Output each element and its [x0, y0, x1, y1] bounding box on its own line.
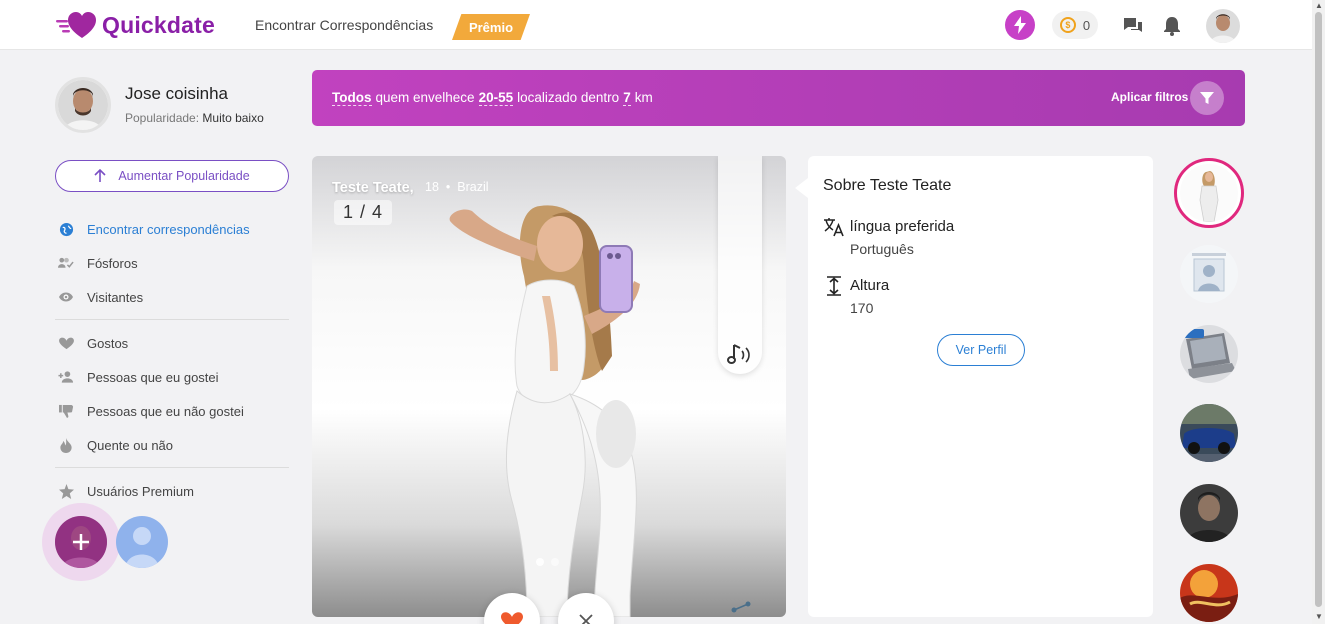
credits-count: 0 — [1082, 17, 1091, 33]
filter-distance[interactable]: 7 — [623, 90, 631, 106]
funnel-icon — [1200, 92, 1214, 104]
sidebar-menu: Encontrar correspondências Fósforos Visi… — [55, 212, 289, 508]
fire-icon — [58, 437, 74, 453]
profile-avatar[interactable] — [55, 77, 111, 133]
logo[interactable]: Quickdate — [56, 10, 215, 40]
translate-icon — [824, 218, 844, 237]
sidebar-item-people-i-liked[interactable]: Pessoas que eu gostei — [55, 360, 289, 394]
sidebar-item-label: Pessoas que eu não gostei — [87, 403, 244, 419]
match-thumbnail[interactable] — [1180, 404, 1238, 462]
scroll-down-arrow-icon[interactable]: ▼ — [1315, 612, 1323, 621]
filter-button[interactable] — [1190, 81, 1224, 115]
nav-find-matches[interactable]: Encontrar Correspondências — [255, 17, 433, 33]
globe-icon — [58, 221, 74, 237]
about-card-pointer — [795, 178, 808, 198]
sidebar-item-visitors[interactable]: Visitantes — [55, 280, 289, 314]
audio-panel — [718, 156, 762, 374]
match-thumbnail-active[interactable] — [1174, 158, 1244, 228]
filter-text-age: quem envelhece — [375, 90, 475, 105]
sidebar-item-label: Gostos — [87, 335, 129, 351]
logo-text: Quickdate — [102, 11, 216, 38]
sidebar-item-find-matches[interactable]: Encontrar correspondências — [55, 212, 289, 246]
pagination-dot[interactable] — [536, 558, 544, 566]
sidebar-item-label: Visitantes — [87, 289, 144, 305]
heart-icon — [501, 612, 523, 624]
lightning-icon — [1014, 16, 1026, 34]
eye-icon — [58, 289, 74, 305]
photo-counter: 1 / 4 — [334, 200, 393, 225]
popularity-label: Popularidade: — [125, 111, 200, 125]
match-meta: 18 • Brazil — [425, 180, 489, 194]
premium-button[interactable]: Prêmio — [452, 14, 530, 40]
sidebar-item-label: Pessoas que eu gostei — [87, 369, 219, 385]
sidebar-item-label: Usuários Premium — [87, 483, 194, 499]
header-avatar[interactable] — [1206, 9, 1240, 43]
close-icon — [579, 614, 593, 624]
popularity-value: Muito baixo — [202, 111, 264, 125]
scroll-thumb[interactable] — [1315, 12, 1322, 607]
users-check-icon — [58, 255, 74, 271]
sidebar-item-label: Encontrar correspondências — [87, 221, 250, 237]
filter-gender[interactable]: Todos — [332, 90, 372, 106]
height-label: Altura — [850, 277, 890, 294]
boost-popularity-label: Aumentar Popularidade — [118, 169, 250, 183]
filter-summary: Todos quem envelhece 20-55 localizado de… — [332, 90, 653, 106]
star-icon — [58, 483, 74, 499]
match-thumbnail[interactable] — [1180, 564, 1238, 622]
match-age: 18 — [425, 180, 439, 194]
page-scrollbar[interactable]: ▲ ▼ — [1312, 0, 1325, 624]
chat-icon[interactable] — [1122, 15, 1144, 37]
audio-note-icon[interactable] — [726, 342, 754, 366]
match-photo-card[interactable]: Teste Teate, 18 • Brazil 1 / 4 — [312, 156, 786, 617]
add-premium-avatar[interactable] — [55, 516, 107, 568]
bell-icon[interactable] — [1161, 15, 1183, 37]
view-profile-button[interactable]: Ver Perfil — [937, 334, 1025, 366]
match-photo — [449, 205, 640, 617]
language-label: língua preferida — [850, 218, 955, 235]
match-country: Brazil — [457, 180, 489, 194]
thumbs-down-icon — [58, 403, 74, 419]
heart-icon — [58, 335, 74, 351]
coin-icon: $ — [1059, 17, 1076, 33]
boost-popularity-button[interactable]: Aumentar Popularidade — [55, 160, 289, 192]
match-thumbnail[interactable] — [1180, 245, 1238, 303]
arrow-up-icon — [94, 169, 106, 182]
sidebar-item-matches[interactable]: Fósforos — [55, 246, 289, 280]
filter-bar: Todos quem envelhece 20-55 localizado de… — [312, 70, 1245, 126]
sidebar-item-label: Quente ou não — [87, 437, 174, 453]
filter-text-location: localizado dentro — [517, 90, 620, 105]
premium-user-avatar[interactable] — [116, 516, 168, 568]
match-name[interactable]: Teste Teate, — [332, 180, 414, 196]
pagination-dot[interactable] — [551, 558, 559, 566]
profile-name[interactable]: Jose coisinha — [125, 84, 228, 104]
menu-divider — [55, 467, 289, 468]
credits-button[interactable]: $ 0 — [1052, 11, 1098, 39]
scroll-up-arrow-icon[interactable]: ▲ — [1315, 1, 1323, 10]
photo-pagination — [536, 558, 559, 566]
match-thumbnail[interactable] — [1180, 325, 1238, 383]
about-card: Sobre Teste Teate língua preferida Portu… — [808, 156, 1153, 617]
menu-divider — [55, 319, 289, 320]
about-title: Sobre Teste Teate — [823, 177, 952, 194]
share-icon[interactable] — [730, 600, 752, 614]
filter-age-range[interactable]: 20-55 — [478, 90, 514, 106]
boost-button[interactable] — [1005, 10, 1035, 40]
sidebar-item-people-i-disliked[interactable]: Pessoas que eu não gostei — [55, 394, 289, 428]
apply-filters-label[interactable]: Aplicar filtros — [1111, 90, 1188, 104]
sidebar-item-premium-users[interactable]: Usuários Premium — [55, 474, 289, 508]
top-navbar: Quickdate Encontrar Correspondências Prê… — [0, 0, 1312, 50]
sidebar-item-label: Fósforos — [87, 255, 138, 271]
height-value: 170 — [850, 300, 874, 316]
heart-logo-icon — [56, 12, 96, 38]
sidebar-item-likes[interactable]: Gostos — [55, 326, 289, 360]
filter-distance-unit: km — [634, 90, 653, 105]
user-plus-icon — [58, 369, 74, 385]
height-icon — [827, 276, 841, 296]
popularity-text: Popularidade: Muito baixo — [125, 111, 264, 125]
sidebar-item-hot-or-not[interactable]: Quente ou não — [55, 428, 289, 462]
language-value: Português — [850, 241, 914, 257]
meta-separator: • — [445, 180, 451, 194]
match-thumbnail[interactable] — [1180, 484, 1238, 542]
